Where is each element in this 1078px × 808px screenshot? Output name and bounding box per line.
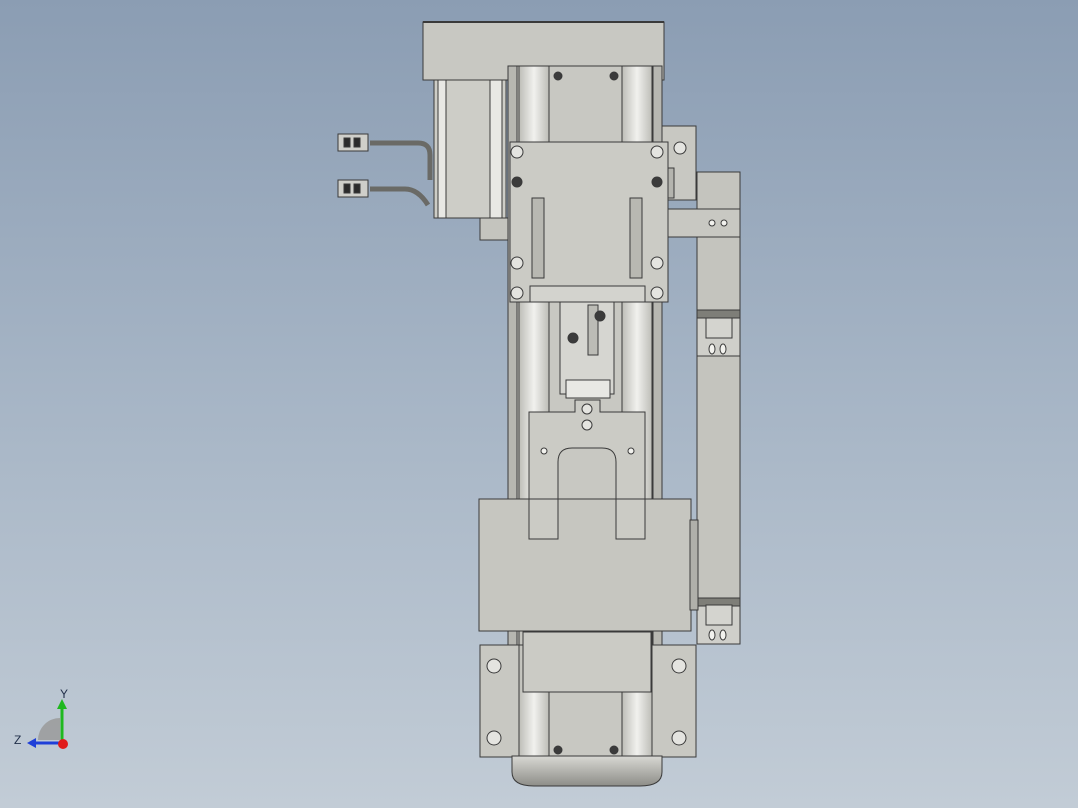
side-rail	[696, 171, 741, 645]
servo-motor	[433, 79, 513, 241]
motor-cables	[337, 133, 433, 207]
bottom-end-cap	[511, 755, 663, 787]
triad-y-label: Y	[60, 687, 69, 701]
cad-viewport[interactable]: Y Z	[0, 0, 1078, 808]
gripper-block	[478, 498, 699, 632]
linear-module-assembly[interactable]	[0, 0, 1078, 808]
lower-end-plate	[479, 631, 697, 758]
triad-z-label: Z	[14, 733, 22, 747]
orientation-triad: Y Z	[10, 685, 80, 755]
upper-carriage	[509, 141, 669, 303]
sensor-block	[559, 301, 615, 399]
